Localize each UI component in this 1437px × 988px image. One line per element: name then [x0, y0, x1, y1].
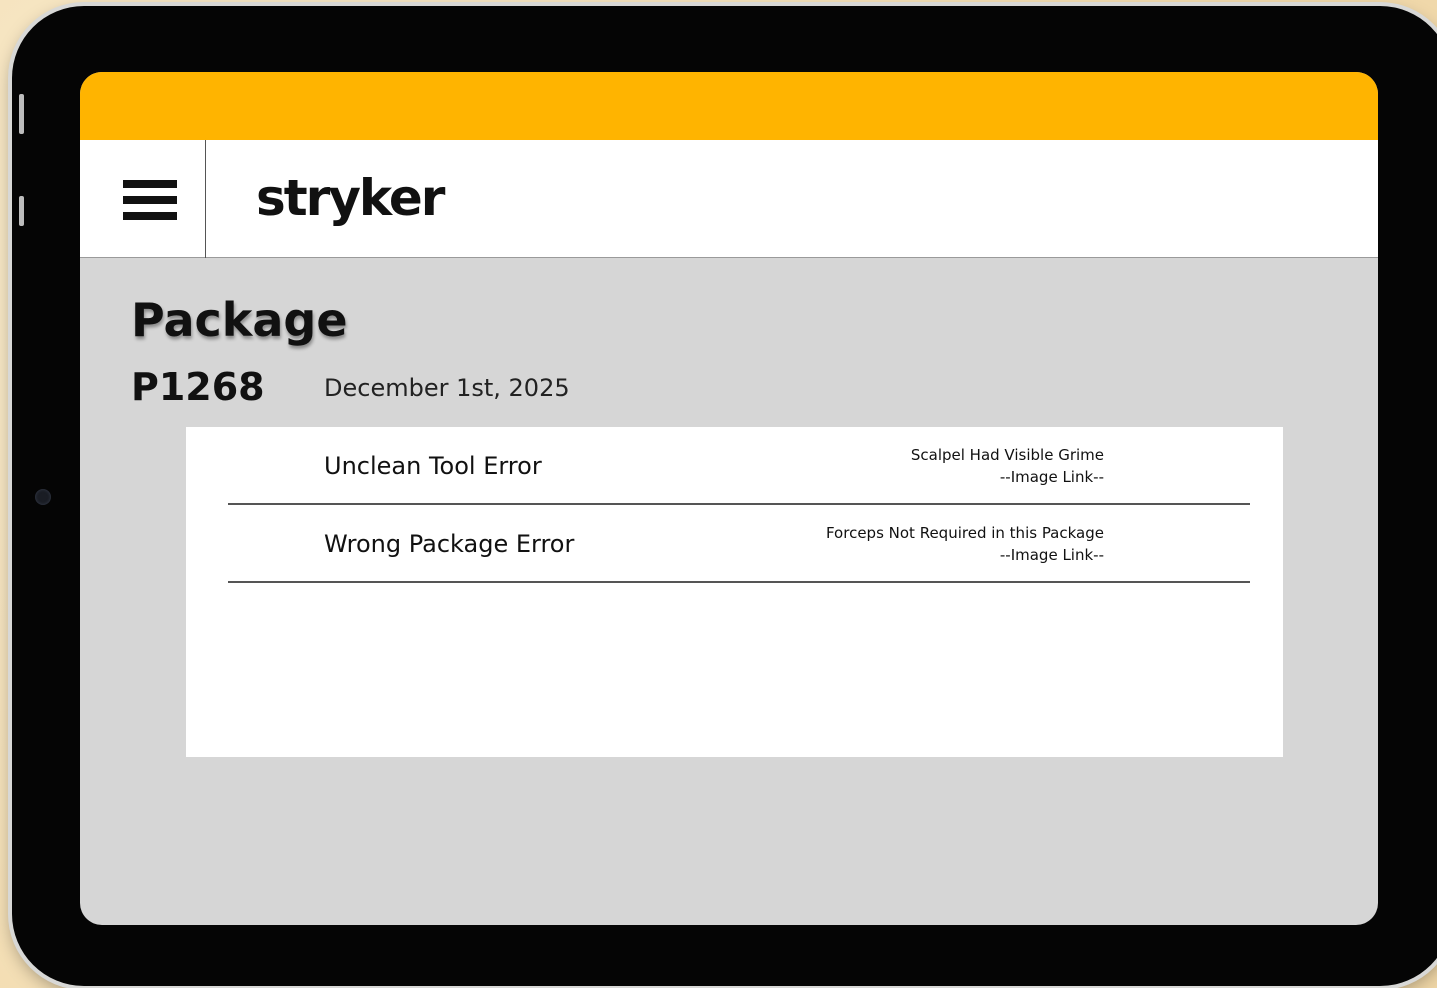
- app-header: stryker: [80, 140, 1378, 258]
- error-title: Unclean Tool Error: [324, 452, 542, 480]
- menu-icon: [123, 180, 177, 188]
- error-details: Scalpel Had Visible Grime --Image Link--: [911, 444, 1104, 488]
- error-details: Forceps Not Required in this Package --I…: [826, 522, 1104, 566]
- error-row[interactable]: Unclean Tool Error Scalpel Had Visible G…: [228, 427, 1250, 505]
- error-description: Scalpel Had Visible Grime: [910, 446, 1104, 464]
- hamburger-menu-button[interactable]: [80, 140, 206, 258]
- side-button: [19, 196, 24, 226]
- error-description: Forceps Not Required in this Package: [825, 524, 1104, 542]
- error-list-panel: Unclean Tool Error Scalpel Had Visible G…: [186, 427, 1283, 757]
- status-bar: [80, 72, 1378, 140]
- side-button: [19, 94, 24, 134]
- package-id: P1268: [131, 365, 265, 409]
- stryker-logo: stryker: [256, 169, 445, 227]
- menu-icon: [123, 212, 177, 220]
- page-title: Package: [131, 293, 348, 347]
- error-title: Wrong Package Error: [324, 530, 575, 558]
- camera-icon: [35, 489, 51, 505]
- app-screen: stryker Package P1268 December 1st, 2025…: [80, 72, 1378, 925]
- image-link[interactable]: --Image Link--: [911, 466, 1104, 488]
- error-row[interactable]: Wrong Package Error Forceps Not Required…: [228, 505, 1250, 583]
- package-date: December 1st, 2025: [324, 374, 570, 402]
- menu-icon: [123, 196, 177, 204]
- image-link[interactable]: --Image Link--: [826, 544, 1104, 566]
